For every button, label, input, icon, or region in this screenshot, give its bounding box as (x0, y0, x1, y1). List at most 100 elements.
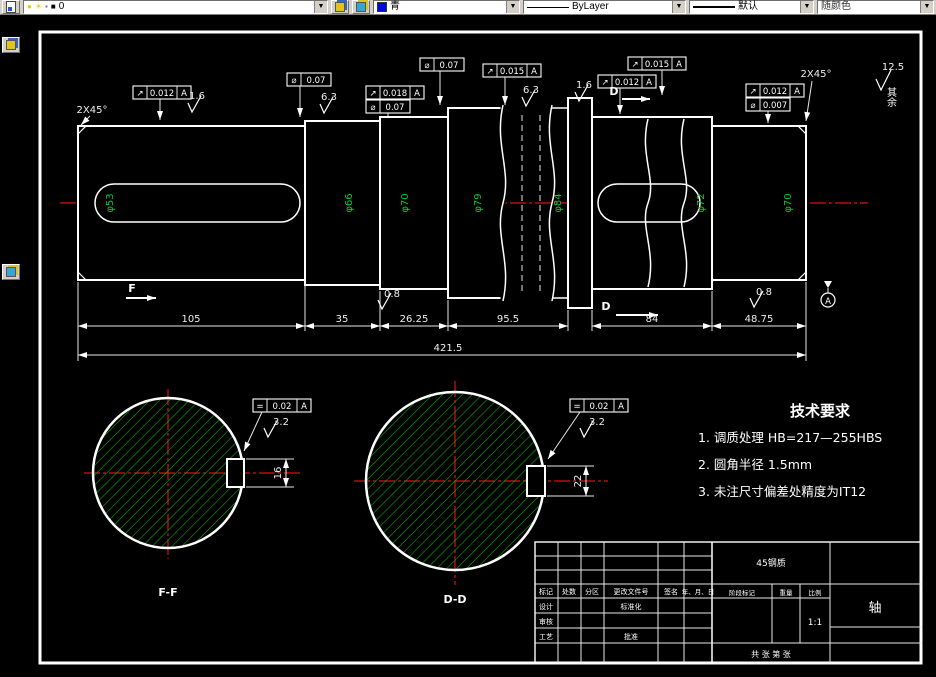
title-block: 标记 处数 分区 更改文件号 签名 年、月、日 设计 标准化 审核 工艺 批准 … (534, 541, 922, 664)
section-circle (364, 390, 546, 572)
roughness-value: 1.6 (576, 80, 592, 91)
fcf-symbol: = (256, 402, 263, 412)
view-label-d: D-D (443, 593, 466, 606)
roughness-value: 6.3 (321, 92, 337, 103)
fcf-value: 0.07 (307, 76, 326, 86)
plotstyle-combo-arrow-icon[interactable]: ▼ (920, 1, 933, 13)
fcf-value: 0.02 (273, 402, 292, 412)
dim-26-25: 26.25 (400, 314, 429, 325)
fcf-value: 0.012 (150, 89, 174, 99)
linetype-combo[interactable]: ByLayer ▼ (523, 0, 686, 14)
keyway-notch (226, 458, 245, 488)
cut-label-d: D (609, 85, 618, 98)
fcf-datum: A (646, 78, 652, 88)
fcf-runout-a: ↗ 0.012 A (132, 85, 192, 120)
fcf-symbol: ↗ (631, 60, 638, 70)
fcf-symbol: ↗ (369, 89, 376, 99)
dim-105: 105 (181, 314, 200, 325)
tb-header: 处数 (562, 587, 576, 596)
surplus-note: 其余 (885, 87, 897, 108)
layer-combo-arrow-icon[interactable]: ▼ (314, 1, 327, 13)
dia-label: φ53 (105, 193, 116, 212)
fcf-symbol: ↗ (486, 67, 493, 77)
fcf-datum: A (618, 402, 624, 412)
tb-header: 标记 (539, 587, 553, 596)
dim-total: 421.5 (434, 343, 463, 354)
tech-line: 3. 未注尺寸偏差处精度为IT12 (698, 484, 866, 499)
fcf-runout-i: ↗ 0.012 A (745, 83, 805, 98)
make-object-layer-current-button[interactable] (331, 0, 349, 14)
section-view-f: 16 F-F = 0.02 A 3.2 (84, 389, 312, 599)
cut-label-f: F (128, 282, 136, 295)
dia-label: φ72 (696, 193, 707, 212)
layer-combo[interactable]: ● ☀ ▪ ■ 0 ▼ (23, 0, 328, 14)
tb-role: 标准化 (621, 602, 642, 611)
tb-header: 更改文件号 (614, 587, 649, 596)
fcf-symbol: ↗ (601, 78, 608, 88)
dia-label: φ66 (344, 193, 355, 212)
color-combo-arrow-icon[interactable]: ▼ (506, 1, 519, 13)
fcf-symbol: ↗ (749, 87, 756, 97)
layer-lock-icon: ▪ (45, 2, 48, 11)
linetype-value: ByLayer (572, 1, 609, 12)
layer-previous-button[interactable] (352, 0, 370, 14)
cut-label-d: D (601, 300, 610, 313)
floating-tool-button[interactable] (2, 264, 20, 280)
fcf-datum: A (794, 87, 800, 97)
cube-icon (6, 267, 16, 277)
lineweight-combo[interactable]: 默认 ▼ (689, 0, 814, 14)
fcf-symbol: ⌀ (750, 101, 755, 111)
tb-header: 签名 (664, 587, 678, 596)
floating-tool-button[interactable] (2, 37, 20, 53)
dim-35: 35 (336, 314, 349, 325)
fcf-runout-j: ⌀ 0.007 (745, 97, 791, 123)
tb-sheet-note: 共 张 第 张 (751, 649, 791, 659)
fcf-datum: A (301, 402, 307, 412)
roughness-value: 3.2 (589, 417, 605, 428)
tb-part-name: 轴 (868, 601, 881, 616)
lineweight-sample-icon (693, 6, 735, 8)
drawing-canvas[interactable]: 105 35 26.25 95.5 84 48.75 421.5 φ53 φ66… (0, 15, 936, 677)
tech-title: 技术要求 (790, 402, 851, 420)
tb-scale-value: 1:1 (808, 618, 822, 628)
lineweight-value: 默认 (738, 1, 758, 12)
datum-letter: A (825, 297, 831, 307)
fcf-symbol: ↗ (136, 89, 143, 99)
fcf-datum: A (181, 89, 187, 99)
dia-label: φ70 (400, 193, 411, 212)
roughness-value: 0.8 (756, 287, 772, 298)
lineweight-combo-arrow-icon[interactable]: ▼ (800, 1, 813, 13)
fcf-value: 0.07 (386, 103, 405, 113)
dia-label: φ79 (473, 193, 484, 212)
object-properties-toolbar: ● ☀ ▪ ■ 0 ▼ 青 ▼ ByLayer ▼ 默认 ▼ 随颜色 ▼ (0, 0, 936, 15)
plotstyle-combo[interactable]: 随颜色 ▼ (817, 0, 934, 14)
roughness-value: 6.3 (523, 85, 539, 96)
fcf-value: 0.012 (763, 87, 787, 97)
layers-icon (6, 1, 16, 13)
dia-label: φ70 (783, 193, 794, 212)
fcf-value: 0.015 (645, 60, 669, 70)
color-combo[interactable]: 青 ▼ (373, 0, 520, 14)
datum-a: A (820, 281, 836, 308)
length-dimensions: 105 35 26.25 95.5 84 48.75 421.5 (77, 282, 807, 361)
fcf-symbol: ⌀ (370, 103, 375, 113)
fcf-symbol: ⌀ (291, 76, 296, 86)
keyway-width: 16 (273, 467, 284, 480)
roughness-value: 0.8 (384, 289, 400, 300)
tb-material: 45钢质 (756, 557, 785, 569)
fcf-value: 0.015 (500, 67, 524, 77)
view-label-f: F-F (158, 586, 177, 599)
dia-label: φ84 (553, 193, 564, 212)
plotstyle-value: 随颜色 (821, 1, 851, 12)
current-layer-name: 0 (58, 1, 65, 12)
tb-stage-label: 阶段标记 (729, 588, 756, 597)
tb-scale-label: 比例 (809, 588, 822, 597)
section-circle (91, 396, 245, 550)
fcf-value: 0.02 (590, 402, 609, 412)
layer-color-icon: ■ (50, 2, 56, 11)
layer-manager-button[interactable] (2, 0, 20, 14)
keyway-width: 22 (573, 475, 584, 488)
linetype-combo-arrow-icon[interactable]: ▼ (672, 1, 685, 13)
tb-role: 批准 (624, 632, 638, 641)
tb-header: 年、月、日 (682, 587, 715, 596)
